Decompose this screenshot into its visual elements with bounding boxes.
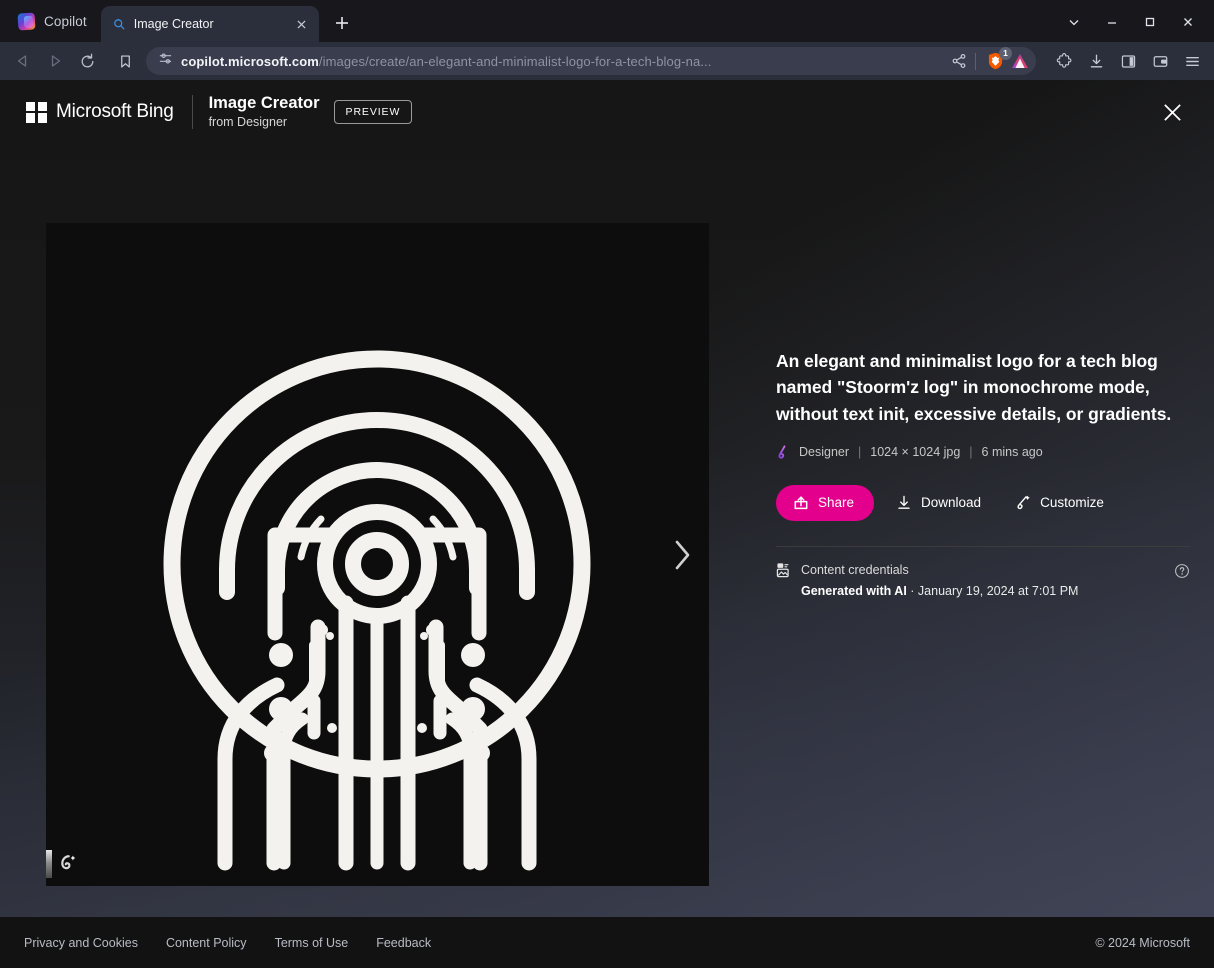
tab-image-creator[interactable]: Image Creator [100,6,319,42]
url-domain: copilot.microsoft.com [181,53,319,69]
browser-toolbar-actions [1050,47,1206,75]
generated-image[interactable] [46,223,709,886]
meta-separator-1: | [858,444,862,459]
site-settings-icon[interactable] [158,51,173,71]
footer-link-content-policy[interactable]: Content Policy [166,936,247,950]
maximize-icon[interactable] [1132,8,1168,36]
omnibox-divider [975,52,976,70]
credentials-title: Content credentials [801,562,909,577]
chevron-down-icon[interactable] [1056,8,1092,36]
footer-links: Privacy and Cookies Content Policy Terms… [24,936,431,950]
viewer-layout: An elegant and minimalist logo for a tec… [0,144,1214,917]
download-button[interactable]: Download [884,485,993,521]
close-viewer-button[interactable] [1154,94,1190,130]
credentials-generated: Generated with AI · January 19, 2024 at … [801,582,1165,600]
meta-separator-2: | [969,444,973,459]
brave-wallet-icon[interactable] [1146,47,1174,75]
header-divider [191,95,193,129]
customize-button-label: Customize [1040,495,1104,511]
image-timestamp: 6 mins ago [981,444,1043,459]
back-arrow-icon[interactable] [8,47,38,75]
credentials-divider [776,545,1190,547]
search-icon [112,17,126,31]
address-bar-text: copilot.microsoft.com/images/create/an-e… [181,54,943,69]
preview-badge: PREVIEW [333,100,413,124]
designer-icon [776,445,790,459]
generated-with-ai-label: Generated with AI [801,583,907,598]
forward-arrow-icon[interactable] [40,47,70,75]
help-circle-icon[interactable] [1174,563,1190,579]
tab-strip: Copilot Image Creator [0,0,1214,42]
footer-link-feedback[interactable]: Feedback [376,936,431,950]
bing-logo-text: Microsoft Bing [56,101,174,122]
page-title: Image Creator [208,93,320,112]
share-button[interactable]: Share [776,484,875,521]
copilot-brand-label: Copilot [44,13,87,29]
footer-copyright: © 2024 Microsoft [1095,935,1190,950]
reload-icon[interactable] [72,47,102,75]
browser-menu-icon[interactable] [1178,47,1206,75]
window-controls [1056,8,1206,36]
bookmark-icon[interactable] [110,47,140,75]
extensions-icon[interactable] [1050,47,1078,75]
sidebar-panel-icon[interactable] [1114,47,1142,75]
share-arrow-icon [793,495,809,511]
generated-separator: · [906,583,918,598]
microsoft-bing-logo[interactable]: Microsoft Bing [26,101,174,123]
minimize-icon[interactable] [1094,8,1130,36]
url-path: /images/create/an-elegant-and-minimalist… [318,53,712,69]
downloads-icon[interactable] [1082,47,1110,75]
browser-window: Copilot Image Creator copilot.microsoft.… [0,0,1214,968]
customize-button[interactable]: Customize [1003,485,1116,521]
designer-watermark-icon [46,850,76,878]
microsoft-squares-icon [26,101,47,123]
footer-link-privacy[interactable]: Privacy and Cookies [24,936,138,950]
action-buttons: Share Download Customize [776,484,1190,521]
site-footer: Privacy and Cookies Content Policy Terms… [0,917,1214,968]
close-icon[interactable] [293,15,311,33]
share-button-label: Share [818,495,855,511]
address-bar[interactable]: copilot.microsoft.com/images/create/an-e… [146,47,1036,75]
download-button-label: Download [921,495,982,511]
product-title-block: Image Creator from Designer [209,94,320,130]
site-header: Microsoft Bing Image Creator from Design… [0,80,1214,144]
page-subtitle: from Designer [208,114,288,129]
share-icon[interactable] [951,53,967,69]
image-prompt-text: An elegant and minimalist logo for a tec… [776,351,1172,424]
navigation-toolbar: copilot.microsoft.com/images/create/an-e… [0,42,1214,80]
download-icon [896,494,912,511]
next-image-button[interactable] [659,525,705,585]
footer-link-terms[interactable]: Terms of Use [275,936,349,950]
image-dimensions: 1024 × 1024 jpg [870,444,961,459]
generated-date: January 19, 2024 at 7:01 PM [917,583,1079,598]
shields-count-badge: 1 [999,47,1012,60]
content-credentials-icon [776,562,792,578]
brave-shields-lion-icon[interactable]: 1 [984,47,1012,72]
copilot-icon [17,11,36,31]
image-column [46,144,709,917]
omnibox-icons: 1 [951,47,1030,72]
image-source: Designer [799,444,850,459]
window-close-icon[interactable] [1170,8,1206,36]
tech-blog-logo-artwork [46,223,709,886]
image-metadata: Designer | 1024 × 1024 jpg | 6 mins ago [776,445,1190,459]
new-tab-button[interactable] [327,8,357,38]
details-column: An elegant and minimalist logo for a tec… [709,144,1214,917]
customize-pen-icon [1015,494,1031,511]
credentials-text: Content credentials Generated with AI · … [801,561,1165,600]
tab-title: Image Creator [133,17,214,31]
brave-leo-triangle-icon[interactable] [1010,52,1030,70]
content-credentials: Content credentials Generated with AI · … [776,561,1190,600]
page-content: Microsoft Bing Image Creator from Design… [0,80,1214,968]
copilot-brand-tab[interactable]: Copilot [8,4,101,38]
